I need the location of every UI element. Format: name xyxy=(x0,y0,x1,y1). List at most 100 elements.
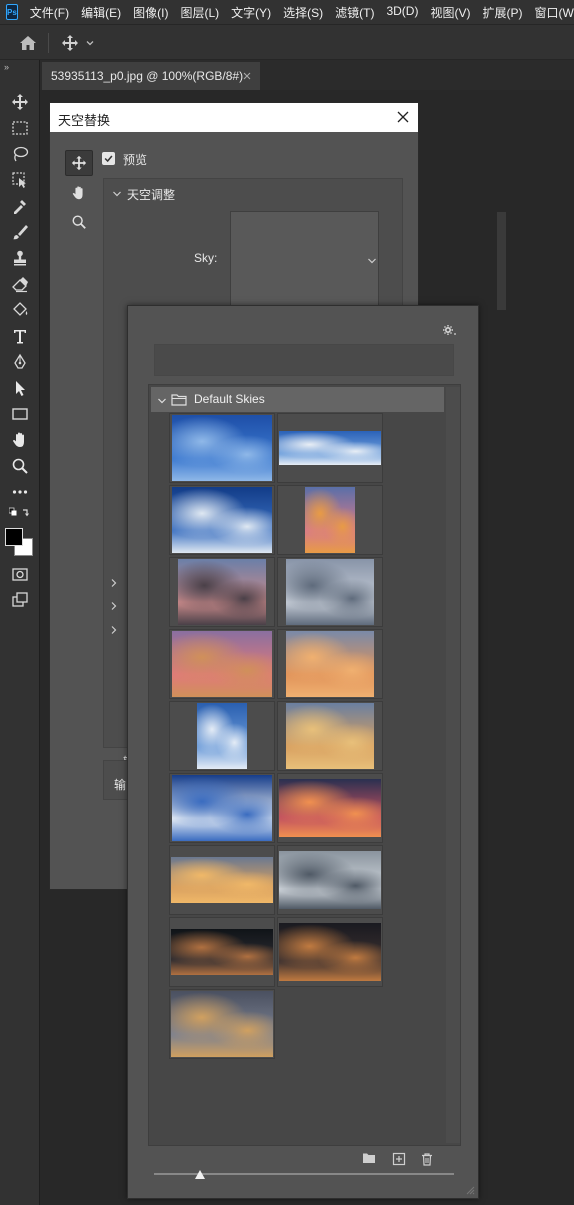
new-group-folder-icon[interactable] xyxy=(362,1152,376,1164)
chevron-down-icon[interactable] xyxy=(84,37,96,49)
sky-thumbnail[interactable] xyxy=(169,413,275,483)
eraser-tool-icon[interactable] xyxy=(9,274,31,294)
resize-grip-icon[interactable] xyxy=(463,1183,475,1195)
close-icon[interactable] xyxy=(396,110,410,124)
document-tab[interactable]: 53935113_p0.jpg @ 100%(RGB/8#) xyxy=(42,62,260,90)
menu-item-5[interactable]: 选择(S) xyxy=(283,4,323,21)
sky-thumbnail[interactable] xyxy=(277,773,383,843)
dramatic-red-sunset-image xyxy=(279,779,381,837)
sky-search-field[interactable] xyxy=(154,344,454,376)
chevron-down-icon[interactable] xyxy=(367,255,377,265)
sky-thumbnail[interactable] xyxy=(169,701,275,771)
trash-icon[interactable] xyxy=(420,1152,434,1166)
grey-storm-clouds-image xyxy=(279,851,381,909)
white-cumulus-blue-sky-image xyxy=(172,775,272,841)
pen-tool-icon[interactable] xyxy=(9,352,31,372)
sky-thumbnail[interactable] xyxy=(277,485,383,555)
close-icon[interactable] xyxy=(242,70,252,80)
home-icon[interactable] xyxy=(18,34,38,52)
document-tab-bar: 53935113_p0.jpg @ 100%(RGB/8#) xyxy=(40,60,574,90)
dark-orange-dusk-image xyxy=(279,923,381,981)
menu-bar: Ps 文件(F) 编辑(E) 图像(I) 图层(L) 文字(Y) 选择(S) 滤镜(T) 3D… xyxy=(0,0,574,24)
sky-label: Sky: xyxy=(194,251,218,265)
marquee-tool-icon[interactable] xyxy=(9,118,31,138)
chevron-down-icon[interactable] xyxy=(112,188,122,198)
grey-cloud-texture-image xyxy=(286,559,374,625)
chevron-right-icon[interactable] xyxy=(110,577,118,587)
sky-thumbnail[interactable] xyxy=(277,413,383,483)
sky-thumbnail[interactable] xyxy=(169,629,275,699)
sky-thumbnail[interactable] xyxy=(169,773,275,843)
chevron-right-icon[interactable] xyxy=(110,624,118,634)
sky-preset-list: Default Skies xyxy=(148,384,461,1146)
menu-item-7[interactable]: 3D(D) xyxy=(386,4,418,21)
menu-item-9[interactable]: 扩展(P) xyxy=(482,4,522,21)
zoom-tool-icon[interactable] xyxy=(9,456,31,476)
menu-item-8[interactable]: 视图(V) xyxy=(430,4,470,21)
eyedropper-tool-icon[interactable] xyxy=(9,196,31,216)
options-bar xyxy=(0,24,574,60)
sky-move-tool-icon[interactable] xyxy=(65,150,93,176)
quick-mask-icon[interactable] xyxy=(9,564,31,584)
sky-thumbnail[interactable] xyxy=(169,845,275,915)
move-tool-icon[interactable] xyxy=(9,92,31,112)
hand-tool-icon[interactable] xyxy=(65,180,93,206)
sky-thumbnail[interactable] xyxy=(169,485,275,555)
sky-adjustments-label[interactable]: 天空调整 xyxy=(127,186,175,203)
sky-thumbnail[interactable] xyxy=(277,917,383,987)
blue-sky-scattered-clouds-image xyxy=(172,487,272,553)
clear-blue-sky-image xyxy=(172,415,272,481)
collapse-panel-icon[interactable]: » xyxy=(4,62,9,72)
dropdown-scrollbar[interactable] xyxy=(497,212,506,310)
sky-thumbnail[interactable] xyxy=(277,845,383,915)
new-preset-icon[interactable] xyxy=(392,1152,406,1166)
sky-thumbnail[interactable] xyxy=(169,557,275,627)
sky-thumbnail[interactable] xyxy=(169,989,275,1059)
rectangle-tool-icon[interactable] xyxy=(9,404,31,424)
menu-item-1[interactable]: 编辑(E) xyxy=(81,4,121,21)
sky-preset-dropdown[interactable] xyxy=(230,211,506,311)
sky-thumbnail[interactable] xyxy=(277,629,383,699)
menu-item-0[interactable]: 文件(F) xyxy=(30,4,69,21)
preset-group-default-skies[interactable]: Default Skies xyxy=(151,387,444,412)
blue-popcorn-clouds-portrait-image xyxy=(197,703,247,769)
zoom-tool-icon[interactable] xyxy=(65,209,93,235)
sky-thumbnail[interactable] xyxy=(169,917,275,987)
brush-tool-icon[interactable] xyxy=(9,222,31,242)
options-divider xyxy=(48,33,49,53)
paint-bucket-tool-icon[interactable] xyxy=(9,300,31,320)
stamp-tool-icon[interactable] xyxy=(9,248,31,268)
object-selection-tool-icon[interactable] xyxy=(9,170,31,190)
menu-item-4[interactable]: 文字(Y) xyxy=(231,4,271,21)
list-scrollbar[interactable] xyxy=(446,387,460,1143)
folder-icon xyxy=(171,393,187,406)
menu-item-3[interactable]: 图层(L) xyxy=(180,4,219,21)
orange-pink-sunset-portrait-image xyxy=(305,487,355,553)
chevron-right-icon[interactable] xyxy=(110,600,118,610)
preview-checkbox[interactable] xyxy=(102,152,115,165)
screen-mode-icon[interactable] xyxy=(9,590,31,610)
move-tool-icon[interactable] xyxy=(60,34,80,52)
more-tools-icon[interactable] xyxy=(9,482,31,502)
pink-red-streaky-sunset-image xyxy=(172,631,272,697)
swap-colors-icon[interactable] xyxy=(9,506,31,522)
slider-thumb[interactable] xyxy=(195,1170,205,1179)
chevron-down-icon[interactable] xyxy=(157,395,167,405)
blue-sky-small-clouds-image xyxy=(279,431,381,465)
menu-items: 文件(F) 编辑(E) 图像(I) 图层(L) 文字(Y) 选择(S) 滤镜(T) 3D(D)… xyxy=(30,4,574,21)
foreground-color-swatch[interactable] xyxy=(5,528,23,546)
menu-item-2[interactable]: 图像(I) xyxy=(133,4,168,21)
gear-icon[interactable] xyxy=(442,324,458,338)
menu-item-6[interactable]: 滤镜(T) xyxy=(335,4,374,21)
lasso-tool-icon[interactable] xyxy=(9,144,31,164)
hand-tool-icon[interactable] xyxy=(9,430,31,450)
output-label: 输 xyxy=(114,778,127,792)
golden-horizon-birds-image xyxy=(171,857,273,903)
path-selection-tool-icon[interactable] xyxy=(9,378,31,398)
dialog-titlebar[interactable]: 天空替换 xyxy=(50,103,418,132)
cloudy-golden-dusk-image xyxy=(171,991,273,1057)
type-tool-icon[interactable] xyxy=(9,326,31,346)
sky-thumbnail[interactable] xyxy=(277,701,383,771)
sky-thumbnail[interactable] xyxy=(277,557,383,627)
menu-item-10[interactable]: 窗口(W) xyxy=(534,4,574,21)
